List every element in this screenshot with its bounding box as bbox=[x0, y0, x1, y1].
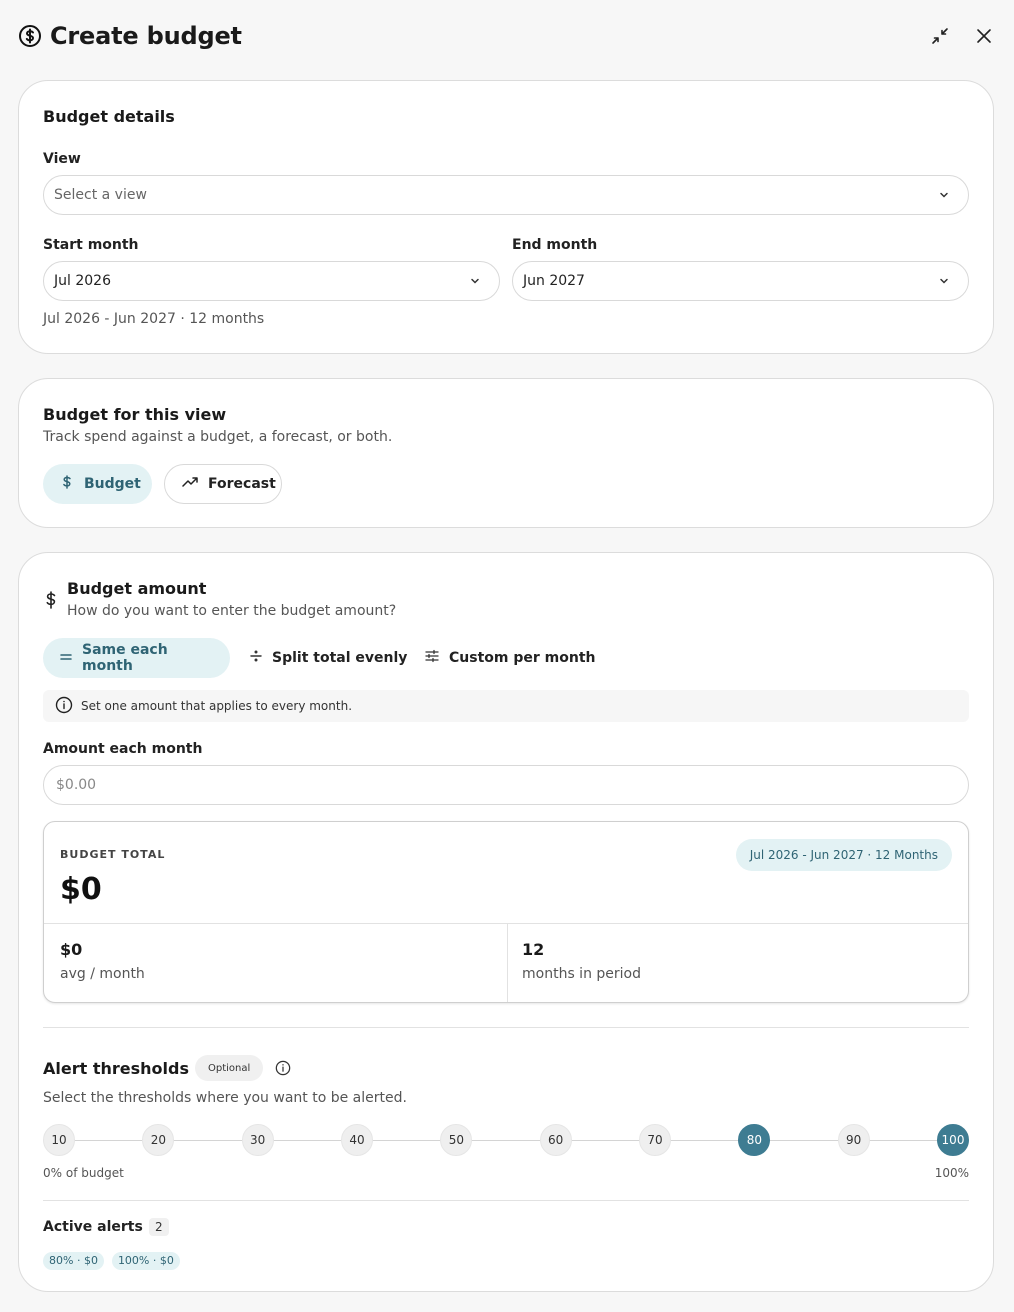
threshold-node-40[interactable]: 40 bbox=[341, 1124, 373, 1156]
equals-icon bbox=[60, 650, 72, 666]
threshold-node-100[interactable]: 100 bbox=[937, 1124, 969, 1156]
mode-label: Custom per month bbox=[449, 650, 596, 666]
forecast-toggle-button[interactable]: Forecast bbox=[164, 464, 282, 504]
chevron-down-icon bbox=[938, 188, 952, 202]
chevron-down-icon bbox=[469, 274, 483, 288]
modal-header: Create budget bbox=[18, 18, 996, 54]
threshold-node-20[interactable]: 20 bbox=[142, 1124, 175, 1156]
close-icon[interactable] bbox=[972, 24, 996, 48]
avg-month-label: avg / month bbox=[60, 966, 145, 982]
active-alerts-header: Active alerts 2 bbox=[43, 1218, 169, 1236]
divide-icon bbox=[250, 650, 262, 666]
forecast-toggle-label: Forecast bbox=[208, 476, 276, 492]
alert-thresholds-subtitle: Select the thresholds where you want to … bbox=[43, 1090, 407, 1106]
active-alerts-count: 2 bbox=[148, 1218, 169, 1236]
info-icon[interactable] bbox=[275, 1060, 291, 1076]
active-alert-chip: 100% · $0 bbox=[111, 1251, 180, 1270]
active-alerts-title: Active alerts bbox=[43, 1219, 143, 1235]
period-summary: Jul 2026 - Jun 2027 · 12 months bbox=[43, 311, 265, 327]
active-alert-chip: 80% · $0 bbox=[43, 1251, 104, 1270]
active-alert-chips: 80% · $0 100% · $0 bbox=[43, 1249, 188, 1270]
budget-toggle-button[interactable]: Budget bbox=[43, 464, 152, 504]
amount-each-month-input[interactable]: $0.00 bbox=[43, 765, 969, 805]
sliders-icon bbox=[425, 649, 439, 667]
threshold-node-80[interactable]: 80 bbox=[738, 1124, 771, 1156]
info-icon bbox=[55, 696, 73, 717]
section-title: Budget details bbox=[43, 107, 175, 126]
budget-total-value: $0 bbox=[60, 872, 102, 907]
alert-thresholds-title: Alert thresholds bbox=[43, 1058, 189, 1078]
end-month-select[interactable]: Jun 2027 bbox=[512, 261, 969, 301]
section-subtitle: How do you want to enter the budget amou… bbox=[67, 603, 397, 619]
amount-placeholder: $0.00 bbox=[56, 777, 97, 793]
start-month-label: Start month bbox=[43, 237, 139, 253]
threshold-node-50[interactable]: 50 bbox=[440, 1124, 473, 1156]
threshold-node-90[interactable]: 90 bbox=[837, 1124, 870, 1156]
budget-amount-card: Budget amount How do you want to enter t… bbox=[18, 552, 994, 1292]
amount-each-month-label: Amount each month bbox=[43, 741, 203, 757]
threshold-node-70[interactable]: 70 bbox=[639, 1124, 671, 1156]
threshold-node-60[interactable]: 60 bbox=[539, 1124, 572, 1156]
section-title: Budget for this view bbox=[43, 405, 227, 424]
budget-toggle-label: Budget bbox=[84, 476, 141, 492]
threshold-node-30[interactable]: 30 bbox=[241, 1124, 274, 1156]
section-title: Budget amount bbox=[67, 579, 207, 598]
end-month-value: Jun 2027 bbox=[523, 273, 585, 289]
view-select-placeholder: Select a view bbox=[54, 187, 147, 203]
optional-badge: Optional bbox=[194, 1055, 264, 1081]
mode-info-bar: Set one amount that applies to every mon… bbox=[43, 690, 969, 722]
end-month-label: End month bbox=[512, 237, 598, 253]
mode-custom-per-month[interactable]: Custom per month bbox=[408, 638, 612, 678]
section-subtitle: Track spend against a budget, a forecast… bbox=[43, 429, 393, 445]
alert-thresholds-header: Alert thresholds Optional bbox=[43, 1055, 291, 1081]
budget-total-label: BUDGET TOTAL bbox=[60, 848, 166, 861]
dollar-icon bbox=[60, 475, 74, 493]
minimize-icon[interactable] bbox=[928, 24, 952, 48]
months-label: months in period bbox=[522, 966, 641, 982]
info-text: Set one amount that applies to every mon… bbox=[81, 699, 353, 713]
mode-same-each-month[interactable]: Same each month bbox=[43, 638, 230, 678]
start-month-value: Jul 2026 bbox=[54, 273, 111, 289]
view-select[interactable]: Select a view bbox=[43, 175, 969, 215]
budget-total-summary: BUDGET TOTAL $0 Jul 2026 - Jun 2027 · 12… bbox=[43, 821, 969, 1003]
budget-for-view-card: Budget for this view Track spend against… bbox=[18, 378, 994, 528]
avg-month-value: $0 bbox=[60, 940, 83, 959]
start-month-select[interactable]: Jul 2026 bbox=[43, 261, 500, 301]
dollar-circle-icon bbox=[18, 24, 42, 48]
period-pill: Jul 2026 - Jun 2027 · 12 Months bbox=[735, 839, 952, 871]
page-title: Create budget bbox=[50, 22, 242, 50]
chevron-down-icon bbox=[938, 274, 952, 288]
trending-up-icon bbox=[182, 475, 198, 493]
threshold-node-10[interactable]: 10 bbox=[43, 1124, 75, 1156]
mode-split-total-evenly[interactable]: Split total evenly bbox=[233, 638, 424, 678]
slider-max-label: 100% bbox=[934, 1166, 969, 1180]
dollar-icon bbox=[45, 591, 57, 613]
view-label: View bbox=[43, 151, 81, 167]
mode-label: Same each month bbox=[82, 642, 168, 674]
threshold-track bbox=[59, 1140, 949, 1141]
months-value: 12 bbox=[522, 940, 545, 959]
mode-label: Split total evenly bbox=[272, 650, 408, 666]
budget-details-card: Budget details View Select a view Start … bbox=[18, 80, 994, 354]
slider-min-label: 0% of budget bbox=[43, 1166, 124, 1180]
